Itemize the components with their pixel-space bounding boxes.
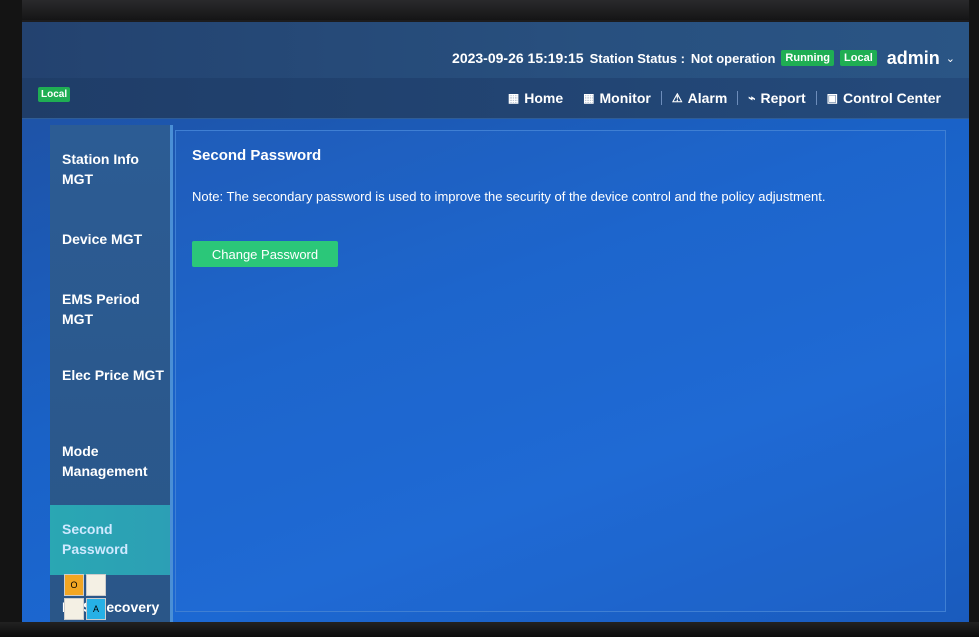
local-mode-chip: Local (38, 87, 71, 102)
monitor-bezel-bottom (0, 622, 979, 637)
widget-cell-blank[interactable] (64, 598, 84, 620)
sidebar-item-elec-price[interactable]: Elec Price MGT (50, 365, 170, 385)
status-line: 2023-09-26 15:19:15 Station Status : Not… (452, 46, 955, 70)
nav-items: ▦ Home ▦ Monitor ⚠ Alarm ⌁ Report ▣ Cont… (498, 78, 951, 118)
control-center-icon: ▣ (826, 91, 838, 105)
user-menu[interactable]: admin (887, 48, 940, 69)
home-grid-icon: ▦ (507, 91, 520, 105)
nav-home-label: Home (524, 90, 564, 106)
alarm-warning-icon: ⚠ (671, 91, 683, 105)
monitor-bezel-right (969, 0, 979, 637)
station-status-value: Not operation (690, 50, 776, 66)
chevron-down-icon[interactable]: ⌄ (946, 52, 955, 65)
widget-cell-orange[interactable]: O (64, 574, 84, 596)
sidebar-item-ems-period[interactable]: EMS Period MGT (50, 289, 170, 329)
sidebar-item-station-info[interactable]: Station Info MGT (50, 149, 170, 189)
nav-alarm-label: Alarm (687, 90, 728, 106)
nav-report-label: Report (760, 90, 806, 106)
page-title: Second Password (192, 147, 322, 164)
screen: 2023-09-26 15:19:15 Station Status : Not… (22, 22, 969, 622)
widget-cell-blue[interactable]: A (86, 598, 106, 620)
report-chart-icon: ⌁ (748, 91, 756, 105)
local-badge: Local (840, 50, 877, 66)
content-panel: Second Password Note: The secondary pass… (175, 130, 946, 612)
change-password-button[interactable]: Change Password (192, 241, 338, 267)
floating-shortcut-widget[interactable]: O A (64, 574, 110, 622)
monitor-bezel-left (0, 0, 22, 637)
sidebar-item-second-password[interactable]: Second Password (50, 505, 170, 575)
datetime: 2023-09-26 15:19:15 (452, 50, 584, 66)
sidebar-item-second-password-label: Second Password (62, 521, 129, 557)
top-status-bar: 2023-09-26 15:19:15 Station Status : Not… (22, 22, 969, 79)
monitor-bezel-top (0, 0, 979, 20)
sidebar-item-device-mgt[interactable]: Device MGT (50, 229, 170, 249)
nav-home[interactable]: ▦ Home (498, 90, 573, 106)
monitor-icon: ▦ (583, 91, 595, 105)
widget-cell-blank[interactable] (86, 574, 106, 596)
nav-control-center-label: Control Center (843, 90, 941, 106)
main-navbar: Local ▦ Home ▦ Monitor ⚠ Alarm ⌁ Report (22, 78, 969, 119)
settings-sidebar: Station Info MGT Device MGT EMS Period M… (50, 125, 173, 622)
sidebar-item-mode-management[interactable]: Mode Management (50, 441, 170, 481)
nav-report[interactable]: ⌁ Report (738, 90, 815, 106)
security-note: Note: The secondary password is used to … (192, 189, 826, 204)
nav-monitor[interactable]: ▦ Monitor (573, 90, 661, 106)
nav-control-center[interactable]: ▣ Control Center (817, 90, 951, 106)
nav-monitor-label: Monitor (599, 90, 651, 106)
nav-alarm[interactable]: ⚠ Alarm (662, 90, 737, 106)
station-status-label: Station Status : (589, 50, 685, 66)
running-badge: Running (781, 50, 835, 66)
